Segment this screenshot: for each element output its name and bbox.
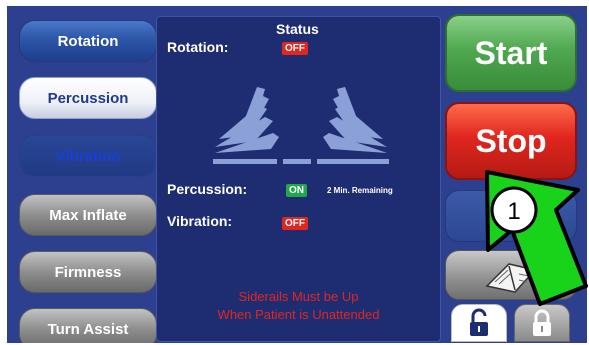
callout-number: 1 <box>507 198 520 225</box>
callout-arrow: 1 <box>485 170 588 306</box>
